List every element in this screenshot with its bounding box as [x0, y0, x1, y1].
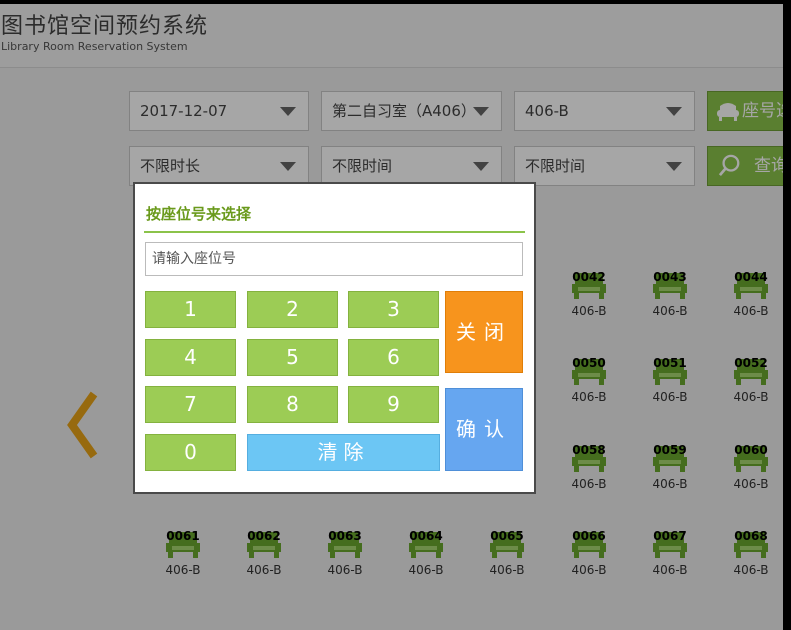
confirm-button[interactable]: 确认	[445, 388, 523, 471]
keypad-key-9[interactable]: 9	[348, 386, 439, 423]
keypad-key-2[interactable]: 2	[247, 291, 338, 328]
seat-number-input[interactable]	[145, 242, 523, 276]
keypad-key-3[interactable]: 3	[348, 291, 439, 328]
dialog-title: 按座位号来选择	[146, 205, 252, 223]
keypad-key-7[interactable]: 7	[145, 386, 236, 423]
keypad-key-8[interactable]: 8	[247, 386, 338, 423]
dialog-divider	[144, 231, 525, 233]
keypad-key-1[interactable]: 1	[145, 291, 236, 328]
keypad-key-5[interactable]: 5	[247, 339, 338, 376]
clear-button[interactable]: 清除	[247, 434, 440, 471]
seat-number-dialog: 按座位号来选择 1 2 3 4 5 6 7 8 9 0 清除 关闭 确认	[133, 182, 536, 494]
app-window: 图书馆空间预约系统 Library Room Reservation Syste…	[0, 4, 783, 630]
close-button[interactable]: 关闭	[445, 291, 523, 373]
keypad-key-0[interactable]: 0	[145, 434, 236, 471]
keypad-key-4[interactable]: 4	[145, 339, 236, 376]
keypad-key-6[interactable]: 6	[348, 339, 439, 376]
